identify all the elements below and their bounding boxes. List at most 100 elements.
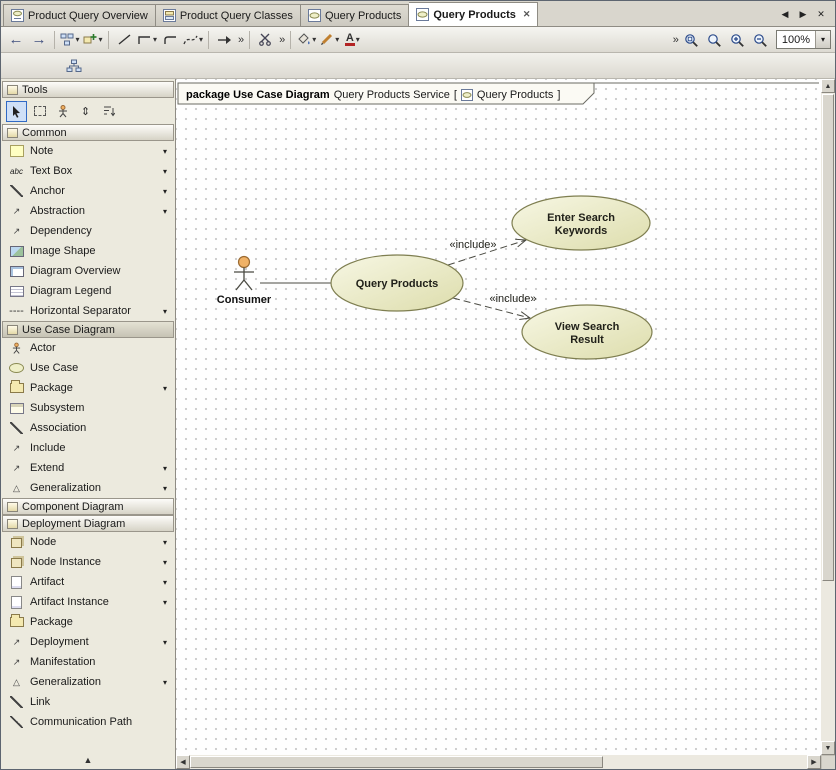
close-tab-button[interactable]: ✕ [813, 6, 829, 22]
dropdown-arrow-icon[interactable]: ▾ [160, 558, 170, 567]
tab-product-query-classes[interactable]: Product Query Classes [156, 4, 301, 26]
sort-tool-button[interactable] [98, 101, 119, 122]
line-rounded-button[interactable] [159, 29, 181, 51]
palette-item-horizontal-separator[interactable]: ---- Horizontal Separator ▾ [2, 301, 174, 321]
palette-item-label: Image Shape [30, 245, 170, 257]
back-button[interactable]: ← [5, 29, 27, 51]
horizontal-scroll-thumb[interactable] [190, 756, 603, 768]
palette-item-artifact[interactable]: Artifact ▾ [2, 572, 174, 592]
palette-item-link[interactable]: Link [2, 692, 174, 712]
palette-item-dependency[interactable]: ↗ Dependency [2, 221, 174, 241]
scroll-up-button[interactable]: ▲ [821, 79, 835, 93]
palette-section-deployment-diagram[interactable]: Deployment Diagram [2, 515, 174, 532]
palette-item-artifact-instance[interactable]: Artifact Instance ▾ [2, 592, 174, 612]
tab-close-icon[interactable]: ✕ [523, 10, 531, 19]
dropdown-arrow-icon[interactable]: ▾ [160, 147, 170, 156]
palette-item-image-shape[interactable]: Image Shape [2, 241, 174, 261]
font-color-button[interactable]: A ▾ [341, 29, 363, 51]
dropdown-arrow-icon[interactable]: ▾ [160, 384, 170, 393]
scroll-down-button[interactable]: ▼ [821, 741, 835, 755]
marquee-tool-button[interactable] [29, 101, 50, 122]
scroll-right-button[interactable]: ▶ [807, 755, 821, 769]
dropdown-arrow-icon[interactable]: ▾ [160, 638, 170, 647]
palette-item-actor[interactable]: Actor [2, 338, 174, 358]
fill-color-button[interactable]: ▾ [295, 29, 317, 51]
palette-section-use-case-diagram[interactable]: Use Case Diagram [2, 321, 174, 338]
dropdown-arrow-icon[interactable]: ▾ [160, 578, 170, 587]
dropdown-arrow-icon[interactable]: ▾ [160, 484, 170, 493]
zoom-window-button[interactable] [704, 29, 726, 51]
palette-item-communication-path[interactable]: Communication Path [2, 712, 174, 732]
palette-item-anchor[interactable]: Anchor ▾ [2, 181, 174, 201]
actor-tool-button[interactable] [52, 101, 73, 122]
use-case-query-products[interactable]: Query Products [331, 255, 463, 311]
line-oblique-button[interactable]: ▾ [182, 29, 204, 51]
palette-item-deployment-package[interactable]: Package [2, 612, 174, 632]
palette-item-label: Node Instance [30, 556, 155, 568]
path-direction-button[interactable] [213, 29, 235, 51]
layout-dropdown-button[interactable]: ▾ [59, 29, 81, 51]
pointer-tool-button[interactable] [6, 101, 27, 122]
palette-item-association[interactable]: Association [2, 418, 174, 438]
palette-item-diagram-legend[interactable]: Diagram Legend [2, 281, 174, 301]
add-shape-dropdown-button[interactable]: ▾ [82, 29, 104, 51]
palette-section-common[interactable]: Common [2, 124, 174, 141]
dropdown-arrow-icon[interactable]: ▾ [160, 678, 170, 687]
dropdown-arrow-icon[interactable]: ▾ [160, 464, 170, 473]
use-case-view-search-result[interactable]: View Search Result [522, 305, 652, 359]
palette-section-component-diagram[interactable]: Component Diagram [2, 498, 174, 515]
palette-item-subsystem[interactable]: Subsystem [2, 398, 174, 418]
palette-item-use-case[interactable]: Use Case [2, 358, 174, 378]
palette-item-abstraction[interactable]: ↗ Abstraction ▾ [2, 201, 174, 221]
dropdown-arrow-icon[interactable]: ▾ [160, 598, 170, 607]
palette-item-deployment-generalization[interactable]: △ Generalization ▾ [2, 672, 174, 692]
palette-item-include[interactable]: ↗ Include [2, 438, 174, 458]
chevron-down-icon: ▾ [356, 35, 360, 44]
palette-item-node[interactable]: Node ▾ [2, 532, 174, 552]
use-case-label: Query Products [356, 278, 439, 290]
containment-tree-button[interactable] [63, 55, 85, 77]
line-straight-button[interactable] [113, 29, 135, 51]
palette-item-manifestation[interactable]: ↗ Manifestation [2, 652, 174, 672]
zoom-out-button[interactable] [750, 29, 772, 51]
zoom-fit-button[interactable] [681, 29, 703, 51]
palette-item-node-instance[interactable]: Node Instance ▾ [2, 552, 174, 572]
palette-item-generalization[interactable]: △ Generalization ▾ [2, 478, 174, 498]
scroll-tabs-right-button[interactable]: ▶ [795, 6, 811, 22]
tab-query-products-active[interactable]: Query Products ✕ [409, 2, 538, 26]
line-color-button[interactable]: ▾ [318, 29, 340, 51]
palette-item-note[interactable]: Note ▾ [2, 141, 174, 161]
diagram-tab-icon [416, 8, 429, 21]
scroll-left-button[interactable]: ◀ [176, 755, 190, 769]
spread-tool-button[interactable]: ⇕ [75, 101, 96, 122]
cut-button[interactable] [254, 29, 276, 51]
toolbar-overflow-button[interactable]: » [236, 34, 245, 46]
toolbar-overflow-button[interactable]: » [671, 34, 680, 46]
scroll-tabs-left-button[interactable]: ◀ [777, 6, 793, 22]
actor-consumer[interactable]: Consumer [217, 257, 272, 307]
zoom-in-button[interactable] [727, 29, 749, 51]
dropdown-arrow-icon[interactable]: ▾ [160, 167, 170, 176]
palette-scroll-up-button[interactable]: ▲ [84, 755, 93, 765]
palette-section-tools[interactable]: Tools [2, 81, 174, 98]
dropdown-arrow-icon[interactable]: ▾ [160, 538, 170, 547]
palette-item-extend[interactable]: ↗ Extend ▾ [2, 458, 174, 478]
diagram-canvas[interactable]: Consumer Query Products Enter Search Key… [176, 79, 821, 755]
line-rectilinear-button[interactable]: ▾ [136, 29, 158, 51]
dropdown-arrow-icon[interactable]: ▾ [160, 307, 170, 316]
vertical-scroll-thumb[interactable] [822, 94, 834, 581]
palette-item-deployment[interactable]: ↗ Deployment ▾ [2, 632, 174, 652]
dropdown-arrow-icon[interactable]: ▾ [160, 187, 170, 196]
palette-item-package[interactable]: Package ▾ [2, 378, 174, 398]
horizontal-scrollbar[interactable]: ◀ ▶ [176, 755, 821, 769]
zoom-select[interactable]: 100% ▾ [776, 30, 831, 49]
palette-item-text-box[interactable]: abc Text Box ▾ [2, 161, 174, 181]
tab-query-products[interactable]: Query Products [301, 4, 409, 26]
dropdown-arrow-icon[interactable]: ▾ [160, 207, 170, 216]
vertical-scrollbar[interactable]: ▲ ▼ [821, 79, 835, 755]
tab-product-query-overview[interactable]: Product Query Overview [3, 4, 156, 26]
forward-button[interactable]: → [28, 29, 50, 51]
toolbar-overflow-button[interactable]: » [277, 34, 286, 46]
use-case-enter-search-keywords[interactable]: Enter Search Keywords [512, 196, 650, 250]
palette-item-diagram-overview[interactable]: Diagram Overview [2, 261, 174, 281]
